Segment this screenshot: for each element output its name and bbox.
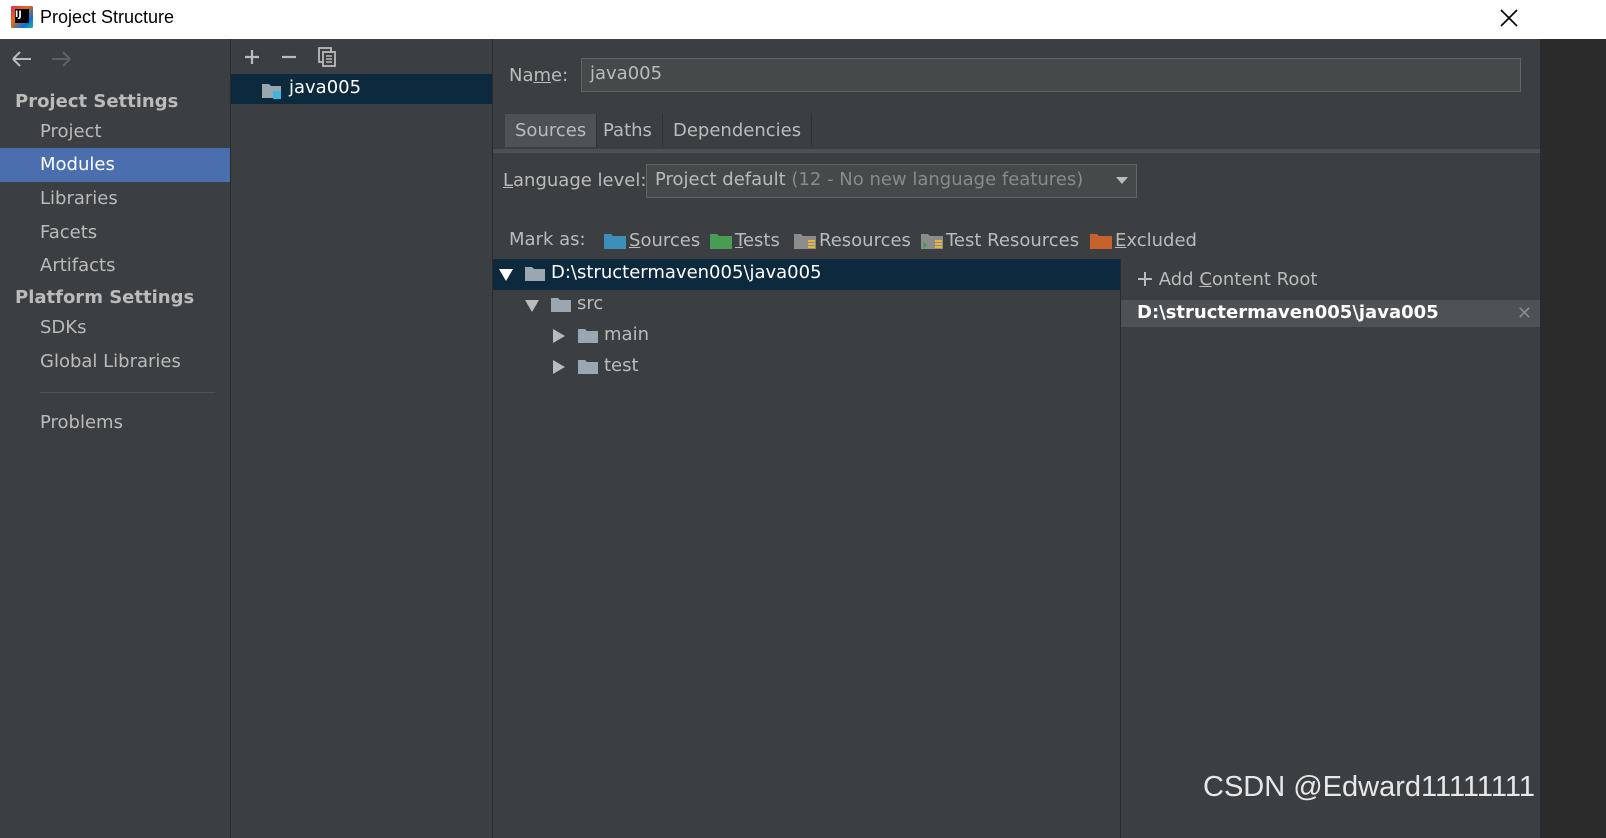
arrow-right-icon[interactable] [49, 49, 73, 69]
tab-sources[interactable]: Sources [505, 114, 598, 147]
copy-icon[interactable] [315, 45, 339, 69]
excluded-folder-icon [1090, 234, 1112, 249]
module-settings-panel: Name: java005 Sources Paths Dependencies… [493, 39, 1540, 838]
arrow-left-icon[interactable] [10, 49, 34, 69]
mark-as-label: Mark as: [509, 229, 586, 250]
tests-folder-icon [710, 234, 732, 249]
intellij-logo-icon [11, 6, 33, 28]
watermark: CSDN @Edward11111111 [1203, 771, 1535, 803]
tree-row-test[interactable]: test [493, 352, 1120, 383]
content-root-path: D:\structermaven005\java005 [1137, 302, 1439, 323]
chevron-down-icon [1116, 177, 1128, 184]
add-content-root-label: Add Content Root [1158, 269, 1318, 290]
close-icon[interactable] [1496, 5, 1522, 31]
mark-tests-label: Tests [735, 230, 780, 251]
sidebar-item-libraries[interactable]: Libraries [0, 182, 230, 216]
language-level-hint: (12 - No new language features) [791, 169, 1084, 190]
source-tree: D:\structermaven005\java005 src main tes… [493, 259, 1121, 838]
tree-label-test: test [604, 355, 639, 376]
sidebar-item-facets[interactable]: Facets [0, 216, 230, 250]
folder-icon [525, 267, 545, 281]
sidebar-item-problems[interactable]: Problems [0, 406, 230, 440]
add-content-root-button[interactable]: Add Content Root [1137, 269, 1317, 290]
background-window-edge [1540, 0, 1606, 838]
sidebar-item-project[interactable]: Project [0, 115, 230, 149]
language-level-value: Project default [655, 169, 786, 190]
tree-label-src: src [577, 293, 604, 314]
name-label: Name: [509, 65, 569, 86]
sidebar-item-sdks[interactable]: SDKs [0, 311, 230, 345]
tab-bar: Sources Paths Dependencies [493, 114, 1540, 153]
language-level-label: Language level: [503, 170, 647, 191]
title-bar: Project Structure [0, 0, 1540, 39]
folder-icon [578, 360, 598, 374]
sidebar-divider [40, 392, 215, 393]
mark-resources-label: Resources [819, 230, 911, 251]
module-name: java005 [289, 77, 362, 98]
sidebar-item-global-libraries[interactable]: Global Libraries [0, 345, 230, 379]
resources-folder-icon [794, 234, 816, 249]
tree-label-root: D:\structermaven005\java005 [551, 262, 822, 283]
mark-excluded-label: Excluded [1115, 230, 1197, 251]
expand-arrow-icon[interactable] [499, 269, 513, 281]
tab-dependencies[interactable]: Dependencies [663, 114, 813, 147]
add-icon[interactable] [240, 45, 264, 69]
tree-row-main[interactable]: main [493, 321, 1120, 352]
remove-icon[interactable] [277, 45, 301, 69]
tree-label-main: main [604, 324, 649, 345]
settings-sidebar: Project Settings Project Modules Librari… [0, 39, 231, 838]
project-settings-header: Project Settings [15, 91, 179, 112]
content-root-item[interactable]: D:\structermaven005\java005 ✕ [1121, 300, 1540, 327]
sidebar-item-modules[interactable]: Modules [0, 148, 230, 182]
name-field[interactable]: java005 [581, 58, 1521, 92]
collapse-arrow-icon[interactable] [553, 360, 565, 374]
module-folder-icon [261, 82, 285, 100]
list-item-module[interactable]: java005 [231, 74, 492, 104]
module-list-panel: java005 [231, 39, 493, 838]
mark-sources-label: Sources [629, 230, 701, 251]
folder-icon [551, 298, 571, 312]
collapse-arrow-icon[interactable] [553, 329, 565, 343]
expand-arrow-icon[interactable] [525, 300, 539, 312]
close-icon[interactable]: ✕ [1517, 303, 1532, 324]
test-resources-folder-icon [921, 234, 943, 249]
sidebar-item-artifacts[interactable]: Artifacts [0, 249, 230, 283]
sources-folder-icon [604, 234, 626, 249]
content-root-panel: Add Content Root D:\structermaven005\jav… [1121, 259, 1540, 838]
tab-paths[interactable]: Paths [593, 114, 663, 147]
folder-icon [578, 329, 598, 343]
platform-settings-header: Platform Settings [15, 287, 195, 308]
language-level-select[interactable]: Project default (12 - No new language fe… [646, 164, 1137, 198]
window-title: Project Structure [40, 7, 175, 27]
tree-row-content-root[interactable]: D:\structermaven005\java005 [493, 259, 1120, 290]
mark-test-resources-label: Test Resources [946, 230, 1080, 251]
tree-row-src[interactable]: src [493, 290, 1120, 321]
add-icon [1138, 272, 1152, 286]
